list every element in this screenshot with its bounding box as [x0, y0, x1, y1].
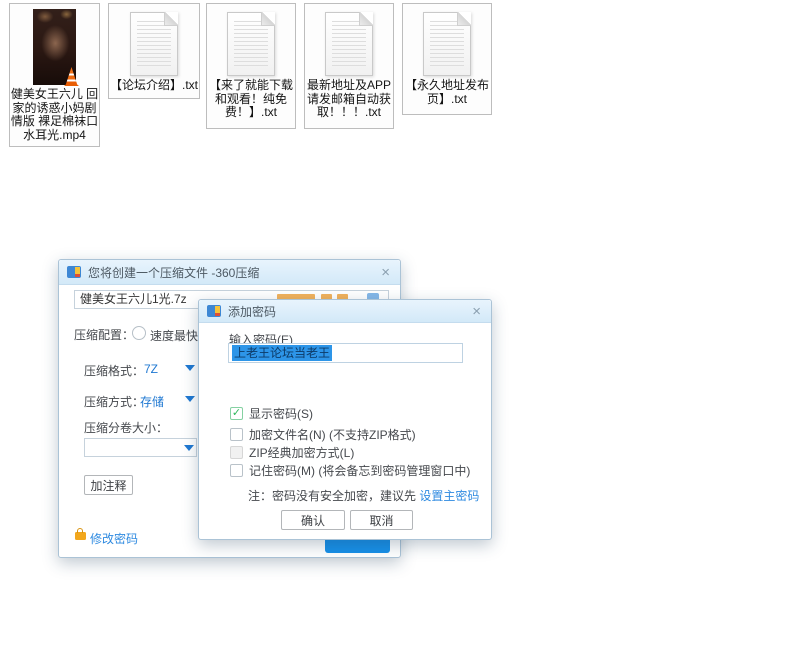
file-name-line: 和观看！纯免 [209, 93, 293, 107]
zip-classic-label: ZIP经典加密方式(L) [249, 444, 354, 461]
confirm-button[interactable]: 确认 [281, 510, 345, 530]
file-name-line: 【永久地址发布 [405, 79, 489, 93]
text-file-icon [423, 12, 471, 76]
file-name-line: 取！！！.txt [307, 106, 391, 120]
remember-password-label: 记住密码(M) (将会备忘到密码管理窗口中) [249, 462, 470, 479]
file-tile-video[interactable]: 健美女王六儿 回 家的诱惑小妈剧 情版 裸足棉袜口 水耳光.mp4 [9, 3, 100, 147]
checkbox-row-zip-classic: ZIP经典加密方式(L) [230, 444, 354, 461]
speed-fastest-radio[interactable] [132, 326, 146, 340]
file-name-txt-1: 【论坛介绍】.txt [110, 79, 198, 93]
format-value[interactable]: 7Z [144, 362, 158, 376]
show-password-label: 显示密码(S) [249, 405, 313, 422]
360zip-app-icon [207, 305, 221, 317]
file-name-line: 情版 裸足棉袜口 [11, 115, 98, 129]
close-icon[interactable]: × [470, 304, 483, 319]
file-name-line: 费！】.txt [209, 106, 293, 120]
file-tile-txt-4[interactable]: 【永久地址发布 页】.txt [402, 3, 492, 115]
zip-classic-checkbox [230, 446, 243, 459]
360zip-app-icon [67, 266, 81, 278]
file-tile-txt-2[interactable]: 【来了就能下载 和观看！纯免 费！】.txt [206, 3, 296, 129]
file-name-video: 健美女王六儿 回 家的诱惑小妈剧 情版 裸足棉袜口 水耳光.mp4 [11, 88, 98, 142]
close-icon[interactable]: × [379, 265, 392, 280]
file-name-line: 水耳光.mp4 [11, 129, 98, 143]
format-label: 压缩格式： [84, 362, 144, 379]
speed-fastest-label[interactable]: 速度最快 [150, 327, 198, 344]
file-tile-txt-3[interactable]: 最新地址及APP 请发邮箱自动获 取！！！.txt [304, 3, 394, 129]
file-name-line: 请发邮箱自动获 [307, 93, 391, 107]
file-name-line: 最新地址及APP [307, 79, 391, 93]
add-comment-button[interactable]: 加注释 [84, 475, 133, 495]
text-file-icon [227, 12, 275, 76]
add-password-dialog: 添加密码 × 输入密码(E) 上老王论坛当老王 ✓ 显示密码(S) 加密文件名(… [198, 299, 492, 540]
add-password-title: 添加密码 [228, 303, 276, 320]
file-name-txt-4: 【永久地址发布 页】.txt [405, 79, 489, 106]
file-name-txt-3: 最新地址及APP 请发邮箱自动获 取！！！.txt [307, 79, 391, 120]
format-dropdown-icon[interactable] [185, 365, 195, 371]
file-name-txt-2: 【来了就能下载 和观看！纯免 费！】.txt [209, 79, 293, 120]
change-password-link[interactable]: 修改密码 [90, 530, 138, 547]
file-tile-txt-1[interactable]: 【论坛介绍】.txt [108, 3, 200, 99]
cancel-button[interactable]: 取消 [350, 510, 413, 530]
remember-password-checkbox[interactable] [230, 464, 243, 477]
add-password-titlebar: 添加密码 × [199, 300, 491, 323]
volume-dropdown-icon[interactable] [184, 445, 194, 451]
vlc-cone-icon [64, 67, 79, 86]
set-master-password-link[interactable]: 设置主密码 [419, 489, 479, 503]
note-text: 注：密码没有安全加密，建议先 [248, 489, 419, 503]
config-label: 压缩配置： [74, 326, 134, 343]
method-label: 压缩方式： [84, 393, 144, 410]
method-dropdown-icon[interactable] [185, 396, 195, 402]
password-note: 注：密码没有安全加密，建议先 设置主密码 [248, 487, 479, 504]
text-file-icon [130, 12, 178, 76]
checkbox-row-encrypt-filename[interactable]: 加密文件名(N) (不支持ZIP格式) [230, 426, 416, 443]
compress-dialog-title: 您将创建一个压缩文件 -360压缩 [88, 264, 259, 281]
password-input[interactable]: 上老王论坛当老王 [228, 343, 463, 363]
lock-icon [75, 532, 86, 540]
hidden-primary-button-sliver[interactable] [325, 539, 390, 553]
checkbox-row-remember-password[interactable]: 记住密码(M) (将会备忘到密码管理窗口中) [230, 462, 470, 479]
encrypt-filename-checkbox[interactable] [230, 428, 243, 441]
show-password-checkbox[interactable]: ✓ [230, 407, 243, 420]
file-name-line: 健美女王六儿 回 [11, 88, 98, 102]
file-name-line: 【来了就能下载 [209, 79, 293, 93]
encrypt-filename-label: 加密文件名(N) (不支持ZIP格式) [249, 426, 416, 443]
checkbox-row-show-password[interactable]: ✓ 显示密码(S) [230, 405, 313, 422]
text-file-icon [325, 12, 373, 76]
check-icon: ✓ [232, 408, 241, 419]
file-name-line: 【论坛介绍】.txt [110, 79, 198, 93]
file-name-line: 页】.txt [405, 93, 489, 107]
volume-size-dropdown[interactable] [84, 438, 197, 457]
volume-size-label: 压缩分卷大小： [84, 419, 168, 436]
compress-dialog-titlebar: 您将创建一个压缩文件 -360压缩 × [59, 260, 400, 285]
selected-password-text: 上老王论坛当老王 [232, 345, 332, 361]
video-thumbnail [33, 9, 76, 85]
file-name-line: 家的诱惑小妈剧 [11, 102, 98, 116]
method-value[interactable]: 存储 [140, 393, 164, 410]
